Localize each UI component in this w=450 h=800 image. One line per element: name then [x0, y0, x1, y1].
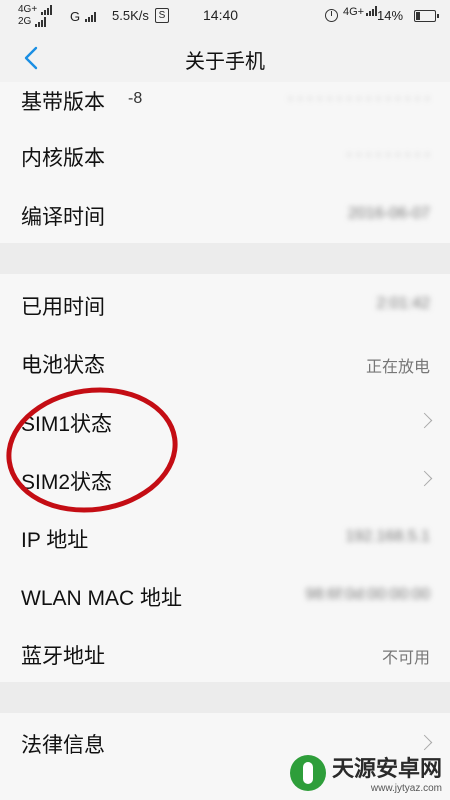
chevron-right-icon — [416, 412, 433, 429]
network-indicator-3: 4G+ — [343, 6, 378, 18]
row-label: SIM2状态 — [21, 471, 113, 494]
watermark: 天源安卓网 www.jytyaz.com — [289, 751, 442, 794]
watermark-url: www.jytyaz.com — [370, 783, 442, 794]
status-bar: 4G+ 2G G 5.5K/s S 14:40 4G+ 14% — [0, 0, 450, 34]
signal-icon — [41, 5, 53, 15]
network-type-label: 4G+ — [18, 4, 38, 15]
row-value: 正在放电 — [365, 359, 430, 376]
row-sim1-status[interactable]: SIM1状态 — [0, 391, 450, 450]
row-label: 编译时间 — [21, 206, 105, 229]
row-uptime: 已用时间 2:01:42 — [0, 274, 450, 334]
row-label: 基带版本 — [21, 91, 105, 114]
watermark-name: 天源安卓网 — [331, 756, 442, 781]
row-label: WLAN MAC 地址 — [21, 587, 183, 610]
row-label: 蓝牙地址 — [21, 645, 105, 668]
row-bluetooth-address: 蓝牙地址 不可用 — [0, 624, 450, 682]
network-type-label: G — [70, 9, 81, 24]
network-type-label: 2G — [18, 16, 32, 27]
row-build-time: 编译时间 2016-06-07 — [0, 185, 450, 243]
row-value: -8 — [128, 90, 143, 107]
row-value: 98:6f:0d:00:00:00 — [305, 586, 430, 603]
row-sim2-status[interactable]: SIM2状态 — [0, 449, 450, 508]
row-battery-status: 电池状态 正在放电 — [0, 333, 450, 392]
row-kernel-version: 内核版本 · · · · · · · · · — [0, 124, 450, 186]
section-gap — [0, 682, 450, 713]
row-wlan-mac: WLAN MAC 地址 98:6f:0d:00:00:00 — [0, 566, 450, 625]
row-value: 不可用 — [381, 650, 430, 667]
watermark-text: 天源安卓网 www.jytyaz.com — [332, 751, 442, 794]
signal-icon — [35, 17, 47, 27]
signal-icon — [366, 6, 378, 16]
row-label: IP 地址 — [21, 529, 89, 552]
row-value-blurred: · · · · · · · · · — [346, 146, 430, 163]
chevron-right-icon — [416, 470, 433, 487]
android-logo-icon — [289, 754, 326, 791]
row-label: 电池状态 — [21, 354, 105, 377]
row-value: 192.168.5.1 — [345, 528, 430, 545]
alarm-icon — [325, 9, 338, 22]
row-value-blurred: · · · · · · · · · · · · · · · — [287, 90, 430, 107]
row-ip-address: IP 地址 192.168.5.1 — [0, 507, 450, 567]
network-speed: 5.5K/s — [112, 8, 149, 23]
row-baseband-version: 基带版本 -8 · · · · · · · · · · · · · · · — [0, 82, 450, 125]
row-label: 已用时间 — [21, 296, 105, 319]
row-value: 2016-06-07 — [348, 205, 430, 222]
clock: 14:40 — [203, 7, 239, 23]
row-label: 法律信息 — [21, 734, 105, 757]
page-title: 关于手机 — [185, 51, 265, 73]
battery-icon — [414, 10, 439, 22]
title-bar: 关于手机 — [0, 34, 450, 82]
signal-icon — [85, 11, 97, 22]
network-indicator: 4G+ 2G — [18, 4, 53, 28]
network-indicator-2: G — [70, 9, 97, 24]
row-label: SIM1状态 — [21, 413, 113, 436]
s-icon: S — [155, 8, 169, 23]
chevron-right-icon — [416, 734, 433, 751]
battery-percent: 14% — [377, 8, 404, 23]
network-type-label: 4G+ — [343, 6, 365, 18]
section-gap — [0, 243, 450, 274]
row-label: 内核版本 — [21, 147, 105, 170]
row-value: 2:01:42 — [376, 295, 430, 312]
